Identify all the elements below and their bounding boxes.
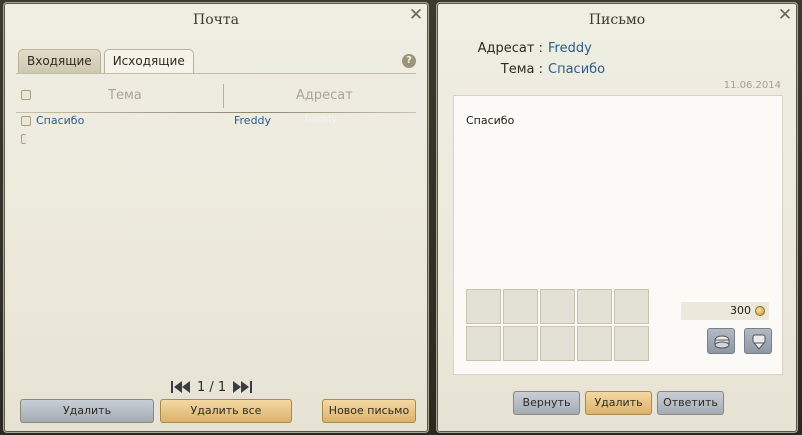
recipient-label: Адресат :	[477, 41, 543, 56]
attachment-slot[interactable]	[540, 326, 575, 361]
subject-label-wrap: Тема :	[437, 62, 543, 80]
take-money-icon[interactable]	[707, 328, 735, 354]
attachment-slot[interactable]	[577, 289, 612, 324]
recipient-value: Freddy	[548, 41, 592, 56]
mail-window: Почта ✕ Входящие Исходящие ? Тема Адреса…	[3, 2, 429, 433]
close-icon[interactable]: ✕	[408, 7, 424, 24]
empty-row	[16, 131, 416, 147]
letter-box: Спасибо 300	[453, 95, 783, 375]
delete-all-button[interactable]: Удалить все	[160, 399, 292, 423]
recipient-label-wrap: Адресат :	[437, 41, 543, 59]
subject-value: Спасибо	[548, 62, 606, 77]
attachment-slot[interactable]	[466, 289, 501, 324]
letter-body: Спасибо	[466, 114, 515, 127]
mail-tabs: Входящие Исходящие	[18, 49, 194, 73]
column-divider[interactable]	[223, 84, 224, 108]
reply-button[interactable]: Ответить	[657, 391, 724, 415]
mail-list: Тема Адресат Спасибо Freddy freddy	[16, 73, 416, 363]
return-button[interactable]: Вернуть	[513, 391, 580, 415]
column-subject[interactable]: Тема	[108, 88, 142, 103]
letter-window: Письмо ✕ Адресат : Freddy Тема : Спасибо…	[436, 2, 798, 433]
last-page-icon[interactable]	[232, 379, 254, 395]
subject-label: Тема :	[500, 62, 543, 77]
mail-window-title: Почта	[193, 12, 239, 28]
mail-list-header: Тема Адресат	[16, 84, 416, 113]
row-recipient: Freddy	[234, 114, 272, 127]
delete-button[interactable]: Удалить	[20, 399, 154, 423]
row-recipient-shadow: freddy	[305, 114, 338, 125]
row-checkbox[interactable]	[21, 116, 31, 126]
first-page-icon[interactable]	[169, 379, 191, 395]
attachment-slot[interactable]	[540, 289, 575, 324]
money-amount: 300	[681, 302, 769, 320]
row-checkbox[interactable]	[21, 134, 26, 144]
coin-icon	[755, 306, 765, 316]
select-all-checkbox[interactable]	[21, 90, 31, 100]
close-icon[interactable]: ✕	[777, 7, 793, 24]
take-items-icon[interactable]	[744, 328, 772, 354]
page-indicator: 1 / 1	[197, 379, 227, 395]
attachment-slot[interactable]	[614, 289, 649, 324]
money-value: 300	[730, 304, 751, 317]
tab-inbox[interactable]: Входящие	[18, 49, 101, 73]
letter-date: 11.06.2014	[723, 80, 781, 91]
pager: 1 / 1	[169, 378, 254, 396]
column-recipient[interactable]: Адресат	[296, 88, 353, 103]
attachment-slots	[466, 289, 649, 361]
row-subject: Спасибо	[36, 114, 85, 127]
new-mail-button[interactable]: Новое письмо	[322, 399, 416, 423]
letter-window-title: Письмо	[588, 12, 646, 28]
attachment-slot[interactable]	[614, 326, 649, 361]
attachment-slot[interactable]	[503, 326, 538, 361]
mail-row[interactable]: Спасибо Freddy freddy	[16, 113, 416, 129]
tab-outbox[interactable]: Исходящие	[103, 49, 194, 73]
attachment-slot[interactable]	[503, 289, 538, 324]
attachment-slot[interactable]	[577, 326, 612, 361]
attachment-slot[interactable]	[466, 326, 501, 361]
help-icon[interactable]: ?	[402, 54, 416, 68]
delete-letter-button[interactable]: Удалить	[585, 391, 652, 415]
